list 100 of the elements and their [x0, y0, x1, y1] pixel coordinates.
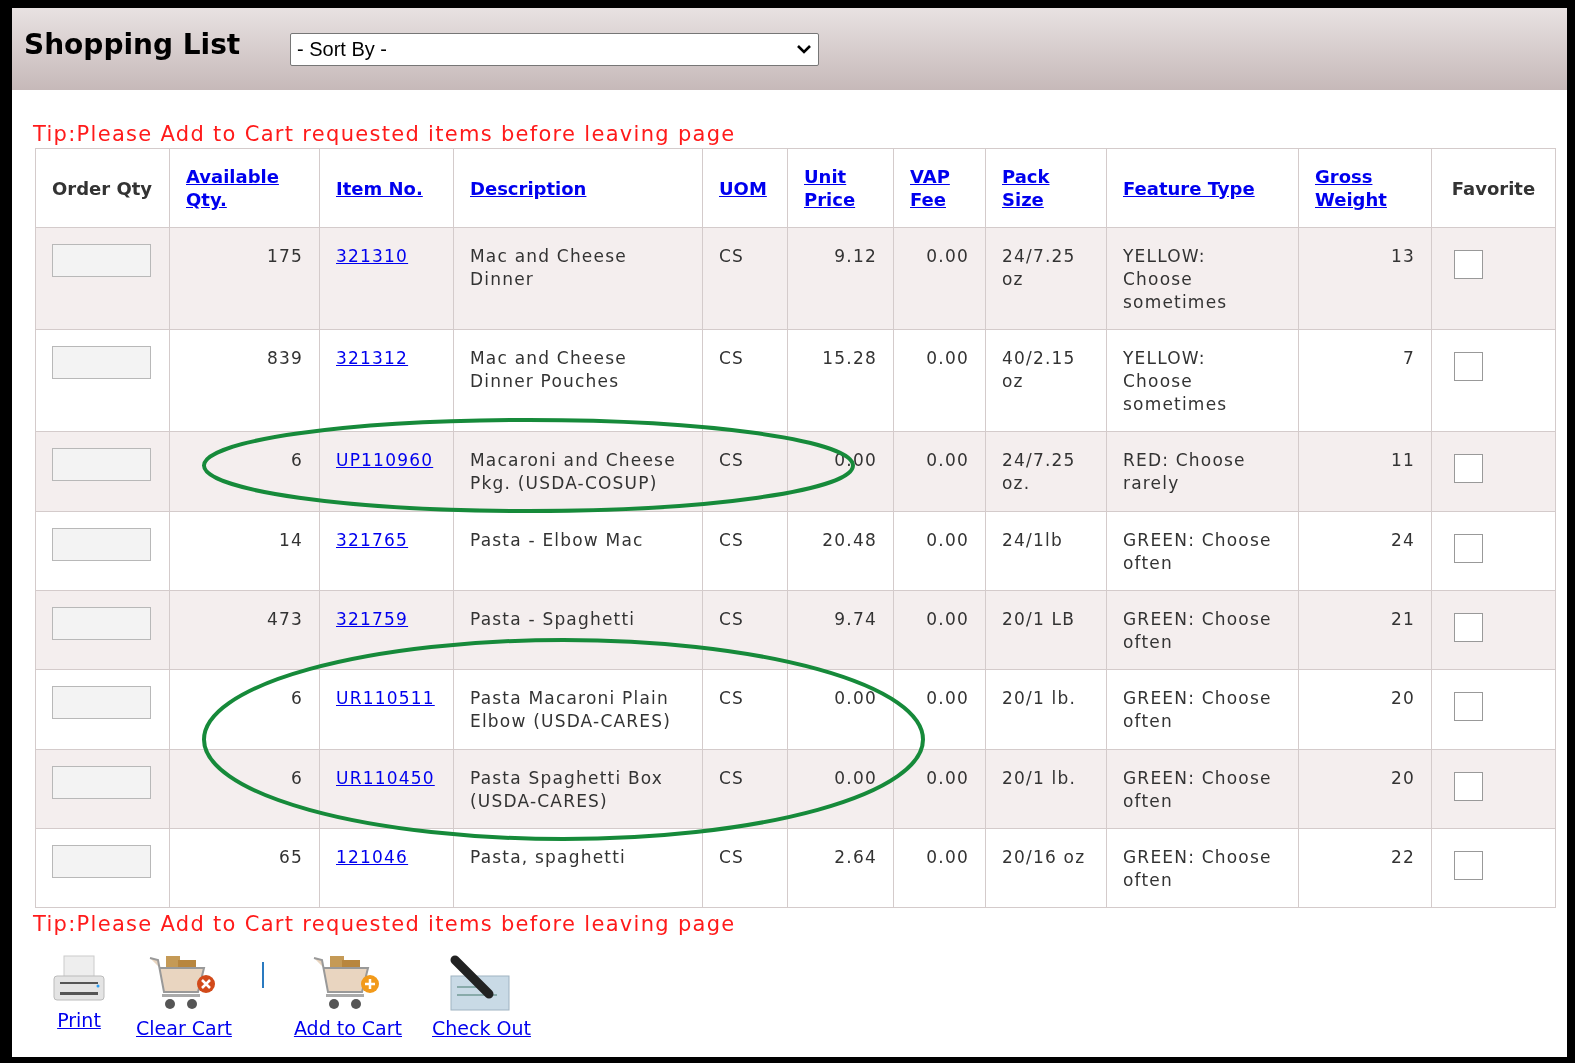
- pack-size: 20/16 oz: [1002, 847, 1086, 867]
- item-number-link[interactable]: UR110511: [336, 688, 435, 708]
- unit-of-measure: CS: [719, 609, 745, 629]
- vap-fee: 0.00: [926, 450, 969, 470]
- item-description: Mac and Cheese Dinner Pouches: [470, 348, 627, 391]
- pack-size: 24/1lb: [1002, 530, 1063, 550]
- favorite-checkbox[interactable]: [1454, 851, 1483, 880]
- vap-fee: 0.00: [926, 530, 969, 550]
- favorite-checkbox[interactable]: [1454, 454, 1483, 483]
- print-link[interactable]: Print: [57, 1006, 101, 1035]
- item-number-link[interactable]: UP110960: [336, 450, 434, 470]
- pack-size: 24/7.25 oz.: [1002, 450, 1076, 493]
- unit-price: 0.00: [834, 768, 877, 788]
- feature-type: RED: Choose rarely: [1123, 450, 1246, 493]
- gross-weight: 13: [1390, 246, 1415, 266]
- order-qty-field[interactable]: [52, 448, 151, 481]
- unit-price: 20.48: [822, 530, 877, 550]
- available-qty: 839: [266, 348, 303, 368]
- pack-size: 40/2.15 oz: [1002, 348, 1076, 391]
- column-header: Favorite: [1451, 176, 1536, 200]
- item-description: Pasta - Spaghetti: [470, 609, 636, 629]
- unit-of-measure: CS: [719, 450, 745, 470]
- item-description: Mac and Cheese Dinner: [470, 246, 627, 289]
- gross-weight: 7: [1402, 348, 1415, 368]
- order-qty-field[interactable]: [52, 528, 151, 561]
- vap-fee: 0.00: [926, 609, 969, 629]
- pack-size: 20/1 lb.: [1002, 688, 1077, 708]
- gross-weight: 20: [1390, 768, 1415, 788]
- item-number-link[interactable]: 321765: [336, 530, 409, 550]
- gross-weight: 22: [1390, 847, 1415, 867]
- unit-price: 15.28: [822, 348, 877, 368]
- gross-weight: 21: [1390, 609, 1415, 629]
- item-number-link[interactable]: 321312: [336, 348, 409, 368]
- column-sort-link[interactable]: Description: [470, 176, 587, 200]
- unit-of-measure: CS: [719, 530, 745, 550]
- order-qty-field[interactable]: [52, 607, 151, 640]
- item-number-link[interactable]: 321310: [336, 246, 409, 266]
- feature-type: YELLOW: Choose sometimes: [1123, 246, 1228, 312]
- unit-of-measure: CS: [719, 246, 745, 266]
- available-qty: 473: [266, 609, 303, 629]
- available-qty: 6: [290, 768, 303, 788]
- favorite-checkbox[interactable]: [1454, 613, 1483, 642]
- order-qty-field[interactable]: [52, 766, 151, 799]
- item-description: Pasta - Elbow Mac: [470, 530, 644, 550]
- available-qty: 65: [278, 847, 303, 867]
- sort-select[interactable]: - Sort By -: [290, 32, 819, 66]
- item-description: Pasta Spaghetti Box (USDA-CARES): [470, 768, 664, 811]
- vap-fee: 0.00: [926, 246, 969, 266]
- tip-text: Tip:Please Add to Cart requested items before leaving page: [33, 121, 737, 148]
- unit-price: 2.64: [834, 847, 877, 867]
- clear-link[interactable]: Clear Cart: [136, 1014, 232, 1043]
- item-number-link[interactable]: 121046: [336, 847, 409, 867]
- feature-type: YELLOW: Choose sometimes: [1123, 348, 1228, 414]
- feature-type: GREEN: Choose often: [1123, 847, 1272, 890]
- unit-price: 0.00: [834, 688, 877, 708]
- available-qty: 6: [290, 450, 303, 470]
- order-qty-field[interactable]: [52, 346, 151, 379]
- column-sort-link[interactable]: Item No.: [336, 176, 423, 200]
- vap-fee: 0.00: [926, 688, 969, 708]
- pack-size: 24/7.25 oz: [1002, 246, 1076, 289]
- unit-price: 9.74: [834, 609, 877, 629]
- unit-of-measure: CS: [719, 688, 745, 708]
- item-description: Macaroni and Cheese Pkg. (USDA-COSUP): [470, 450, 676, 493]
- feature-type: GREEN: Choose often: [1123, 609, 1272, 652]
- feature-type: GREEN: Choose often: [1123, 530, 1272, 573]
- order-qty-field[interactable]: [52, 244, 151, 277]
- order-qty-field[interactable]: [52, 845, 151, 878]
- available-qty: 6: [290, 688, 303, 708]
- gross-weight: 20: [1390, 688, 1415, 708]
- vap-fee: 0.00: [926, 768, 969, 788]
- pack-size: 20/1 LB: [1002, 609, 1076, 629]
- order-qty-field[interactable]: [52, 686, 151, 719]
- gross-weight: 24: [1390, 530, 1415, 550]
- chevron-down-icon: [796, 44, 812, 54]
- favorite-checkbox[interactable]: [1454, 352, 1483, 381]
- sort-value: - Sort By -: [297, 37, 387, 62]
- favorite-checkbox[interactable]: [1454, 534, 1483, 563]
- item-number-link[interactable]: 321759: [336, 609, 409, 629]
- unit-of-measure: CS: [719, 348, 745, 368]
- feature-type: GREEN: Choose often: [1123, 688, 1272, 731]
- item-number-link[interactable]: UR110450: [336, 768, 435, 788]
- column-sort-link[interactable]: UOM: [719, 176, 767, 200]
- unit-of-measure: CS: [719, 768, 745, 788]
- printer-icon: [52, 954, 106, 1004]
- available-qty: 14: [278, 530, 303, 550]
- feature-type: GREEN: Choose often: [1123, 768, 1272, 811]
- pack-size: 20/1 lb.: [1002, 768, 1077, 788]
- available-qty: 175: [266, 246, 303, 266]
- column-header: Order Qty: [52, 176, 153, 200]
- favorite-checkbox[interactable]: [1454, 772, 1483, 801]
- add-link[interactable]: Add to Cart: [293, 1014, 402, 1043]
- gross-weight: 11: [1390, 450, 1415, 470]
- favorite-checkbox[interactable]: [1454, 692, 1483, 721]
- favorite-checkbox[interactable]: [1454, 250, 1483, 279]
- checkout-link[interactable]: Check Out: [432, 1014, 531, 1043]
- item-description: Pasta Macaroni Plain Elbow (USDA-CARES): [470, 688, 672, 731]
- page-title: Shopping List: [24, 27, 242, 63]
- vap-fee: 0.00: [926, 348, 969, 368]
- unit-of-measure: CS: [719, 847, 745, 867]
- unit-price: 9.12: [834, 246, 877, 266]
